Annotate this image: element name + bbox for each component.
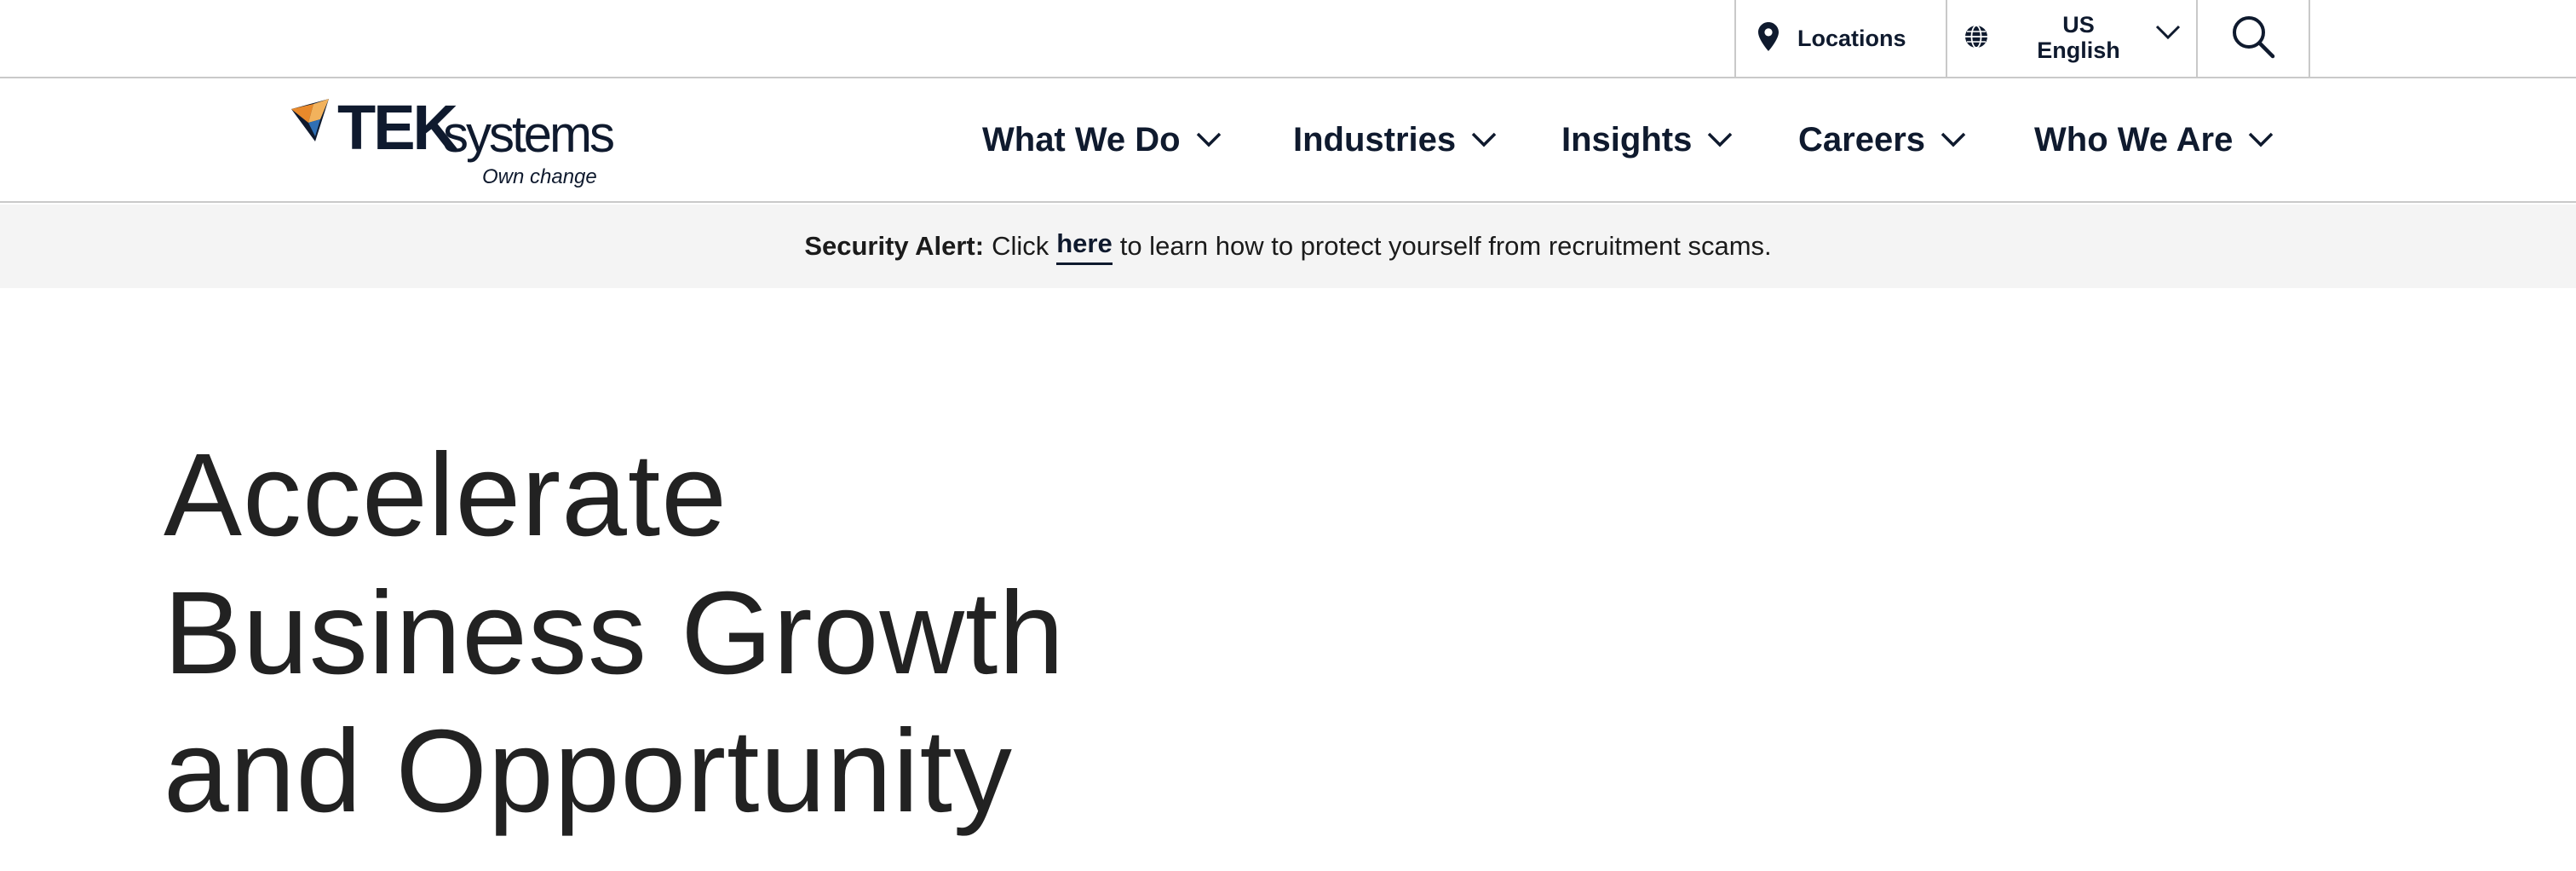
locations-label: Locations [1797, 25, 1906, 51]
nav-item-label: Who We Are [2034, 120, 2234, 159]
chevron-down-icon [1471, 132, 1497, 147]
search-icon [2231, 14, 2275, 63]
language-region: US [2062, 12, 2095, 37]
map-pin-icon [1758, 21, 1779, 55]
nav-item-label: Careers [1798, 120, 1926, 159]
language-selector[interactable]: US English [1946, 0, 2196, 77]
hero-line: and Opportunity [164, 706, 1013, 837]
alert-here-link[interactable]: here [1056, 228, 1113, 265]
chevron-down-icon [1941, 132, 1966, 147]
hero-title: Accelerate Business Growth and Opportuni… [164, 426, 1356, 840]
nav-menu: What We Do Industries Insights Careers W… [0, 78, 2576, 201]
hero-line: Business Growth [164, 568, 1066, 699]
language-name: English [2037, 37, 2120, 63]
chevron-down-icon [2249, 132, 2274, 147]
chevron-down-icon [1196, 132, 1221, 147]
nav-item-industries[interactable]: Industries [1293, 116, 1497, 164]
nav-item-label: What We Do [982, 120, 1181, 159]
alert-suffix: to learn how to protect yourself from re… [1119, 231, 1772, 261]
nav-item-careers[interactable]: Careers [1798, 116, 1966, 164]
globe-icon [1964, 24, 1988, 53]
search-button[interactable] [2196, 0, 2310, 77]
alert-heading: Security Alert: [804, 231, 985, 261]
locations-link[interactable]: Locations [1734, 0, 1946, 77]
nav-item-what-we-do[interactable]: What We Do [982, 116, 1222, 164]
security-alert-banner: Security Alert: Click here to learn how … [0, 205, 2576, 288]
nav-item-label: Industries [1293, 120, 1457, 159]
nav-item-label: Insights [1561, 120, 1693, 159]
alert-prefix: Click [992, 231, 1049, 261]
page: Locations US English TEK systems Own cha… [0, 0, 2576, 871]
nav-item-who-we-are[interactable]: Who We Are [2034, 116, 2274, 164]
language-label: US English [2027, 12, 2130, 63]
nav-item-insights[interactable]: Insights [1561, 116, 1733, 164]
chevron-down-icon [1708, 132, 1733, 147]
main-navigation: TEK systems Own change What We Do Indust… [0, 78, 2576, 203]
chevron-down-icon [2155, 24, 2181, 45]
utility-bar: Locations US English [0, 0, 2576, 78]
hero-line: Accelerate [164, 430, 727, 561]
